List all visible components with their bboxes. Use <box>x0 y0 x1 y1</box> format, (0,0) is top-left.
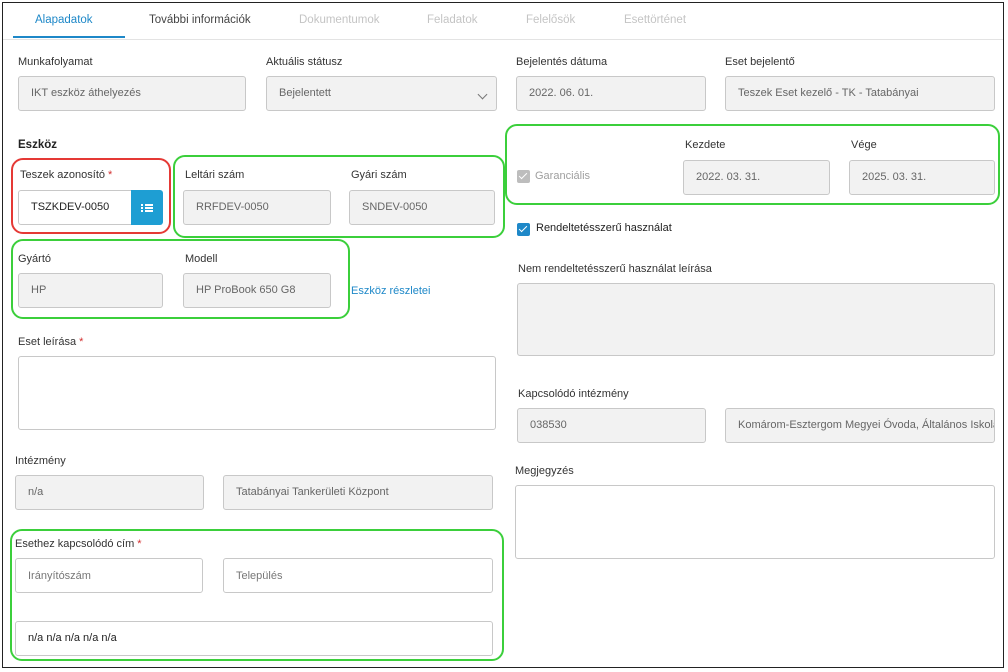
tab-dokumentumok: Dokumentumok <box>299 14 380 26</box>
non-intended-desc-textarea[interactable] <box>517 283 995 356</box>
note-textarea[interactable] <box>515 485 995 559</box>
workflow-label: Munkafolyamat <box>18 56 93 68</box>
report-date-label: Bejelentés dátuma <box>516 56 608 68</box>
related-institution-label: Kapcsolódó intézmény <box>518 388 629 400</box>
chevron-down-icon <box>477 89 488 100</box>
related-institution-name: Komárom-Esztergom Megyei Óvoda, Általáno… <box>725 408 995 443</box>
device-id-field[interactable]: TSZKDEV-0050 <box>18 190 133 225</box>
device-details-link[interactable]: Eszköz részletei <box>351 285 430 297</box>
report-date-field: 2022. 06. 01. <box>516 76 706 111</box>
warranty-start-label: Kezdete <box>685 139 726 151</box>
case-form: Alapadatok További információk Dokumentu… <box>2 2 1004 668</box>
device-id-label: Teszek azonosító * <box>20 169 112 181</box>
case-desc-textarea[interactable] <box>18 356 496 430</box>
tab-esettortenet: Esettörténet <box>624 14 687 26</box>
tab-bar: Alapadatok További információk Dokumentu… <box>3 3 1003 40</box>
manufacturer-field: HP <box>18 273 163 308</box>
status-label: Aktuális státusz <box>266 56 343 68</box>
warranty-end-field: 2025. 03. 31. <box>849 160 995 195</box>
address-label: Esethez kapcsolódó cím * <box>15 538 142 550</box>
required-mark: * <box>108 169 113 181</box>
tab-felelosok: Felelősök <box>526 14 576 26</box>
required-mark: * <box>137 538 142 550</box>
inventory-no-field: RRFDEV-0050 <box>183 190 331 225</box>
tab-feladatok: Feladatok <box>427 14 478 26</box>
full-address-field[interactable]: n/a n/a n/a n/a n/a <box>15 621 493 656</box>
address-label-text: Esethez kapcsolódó cím <box>15 538 135 550</box>
zip-input[interactable] <box>15 558 203 593</box>
workflow-field: IKT eszköz áthelyezés <box>18 76 246 111</box>
device-picker-button[interactable] <box>131 190 163 225</box>
model-field: HP ProBook 650 G8 <box>183 273 331 308</box>
institution-name: Tatabányai Tankerületi Központ <box>223 475 493 510</box>
note-label: Megjegyzés <box>515 465 574 477</box>
case-desc-label: Eset leírása * <box>18 336 83 348</box>
institution-label: Intézmény <box>15 455 66 467</box>
active-tab-indicator <box>13 36 125 38</box>
warranty-start-field: 2022. 03. 31. <box>683 160 830 195</box>
serial-no-field: SNDEV-0050 <box>349 190 495 225</box>
warranty-label: Garanciális <box>535 170 591 182</box>
status-value: Bejelentett <box>279 87 331 99</box>
model-label: Modell <box>185 253 218 265</box>
status-select[interactable]: Bejelentett <box>266 76 497 111</box>
related-institution-code: 038530 <box>517 408 706 443</box>
institution-code: n/a <box>15 475 204 510</box>
device-section-title: Eszköz <box>18 139 57 151</box>
intended-use-label: Rendeltetésszerű használat <box>536 222 672 234</box>
warranty-end-label: Vége <box>851 139 877 151</box>
intended-use-checkbox[interactable] <box>517 223 530 236</box>
tab-alapadatok[interactable]: Alapadatok <box>35 14 93 26</box>
manufacturer-label: Gyártó <box>18 253 52 265</box>
tab-tovabbi-informaciok[interactable]: További információk <box>149 14 251 26</box>
device-id-label-text: Teszek azonosító <box>20 169 105 181</box>
inventory-no-label: Leltári szám <box>185 169 245 181</box>
serial-no-label: Gyári szám <box>351 169 407 181</box>
non-intended-desc-label: Nem rendeltetésszerű használat leírása <box>518 263 712 275</box>
reporter-label: Eset bejelentő <box>725 56 795 68</box>
required-mark: * <box>79 336 84 348</box>
warranty-checkbox[interactable] <box>517 170 530 183</box>
case-desc-label-text: Eset leírása <box>18 336 77 348</box>
city-input[interactable] <box>223 558 493 593</box>
reporter-field: Teszek Eset kezelő - TK - Tatabányai <box>725 76 995 111</box>
